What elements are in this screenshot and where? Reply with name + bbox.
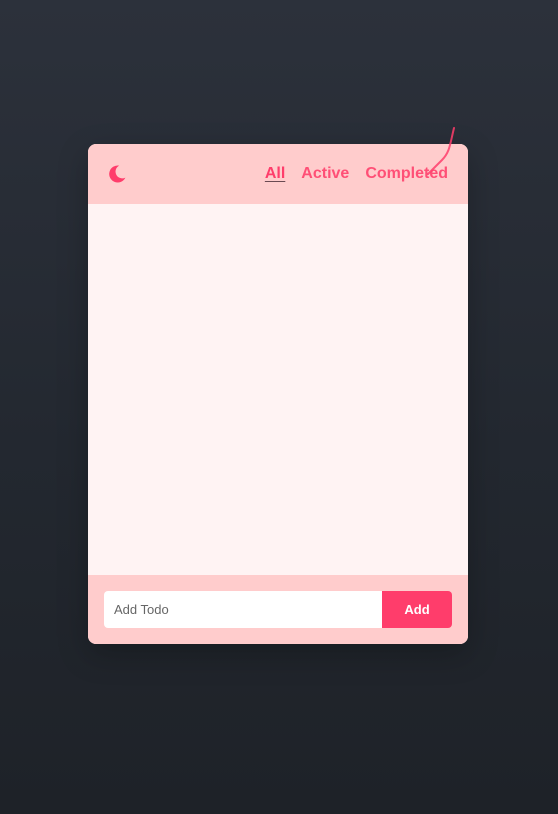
todo-list bbox=[88, 204, 468, 575]
tab-completed[interactable]: Completed bbox=[365, 164, 448, 184]
tab-active[interactable]: Active bbox=[301, 164, 349, 184]
add-button[interactable]: Add bbox=[382, 591, 452, 628]
app-header: All Active Completed bbox=[88, 144, 468, 204]
add-todo-bar: Add bbox=[88, 575, 468, 644]
filter-tabs: All Active Completed bbox=[249, 144, 448, 204]
add-todo-input[interactable] bbox=[104, 591, 382, 628]
tab-all[interactable]: All bbox=[265, 164, 285, 184]
todo-app-card: All Active Completed Add bbox=[88, 144, 468, 644]
moon-icon[interactable] bbox=[106, 163, 128, 185]
